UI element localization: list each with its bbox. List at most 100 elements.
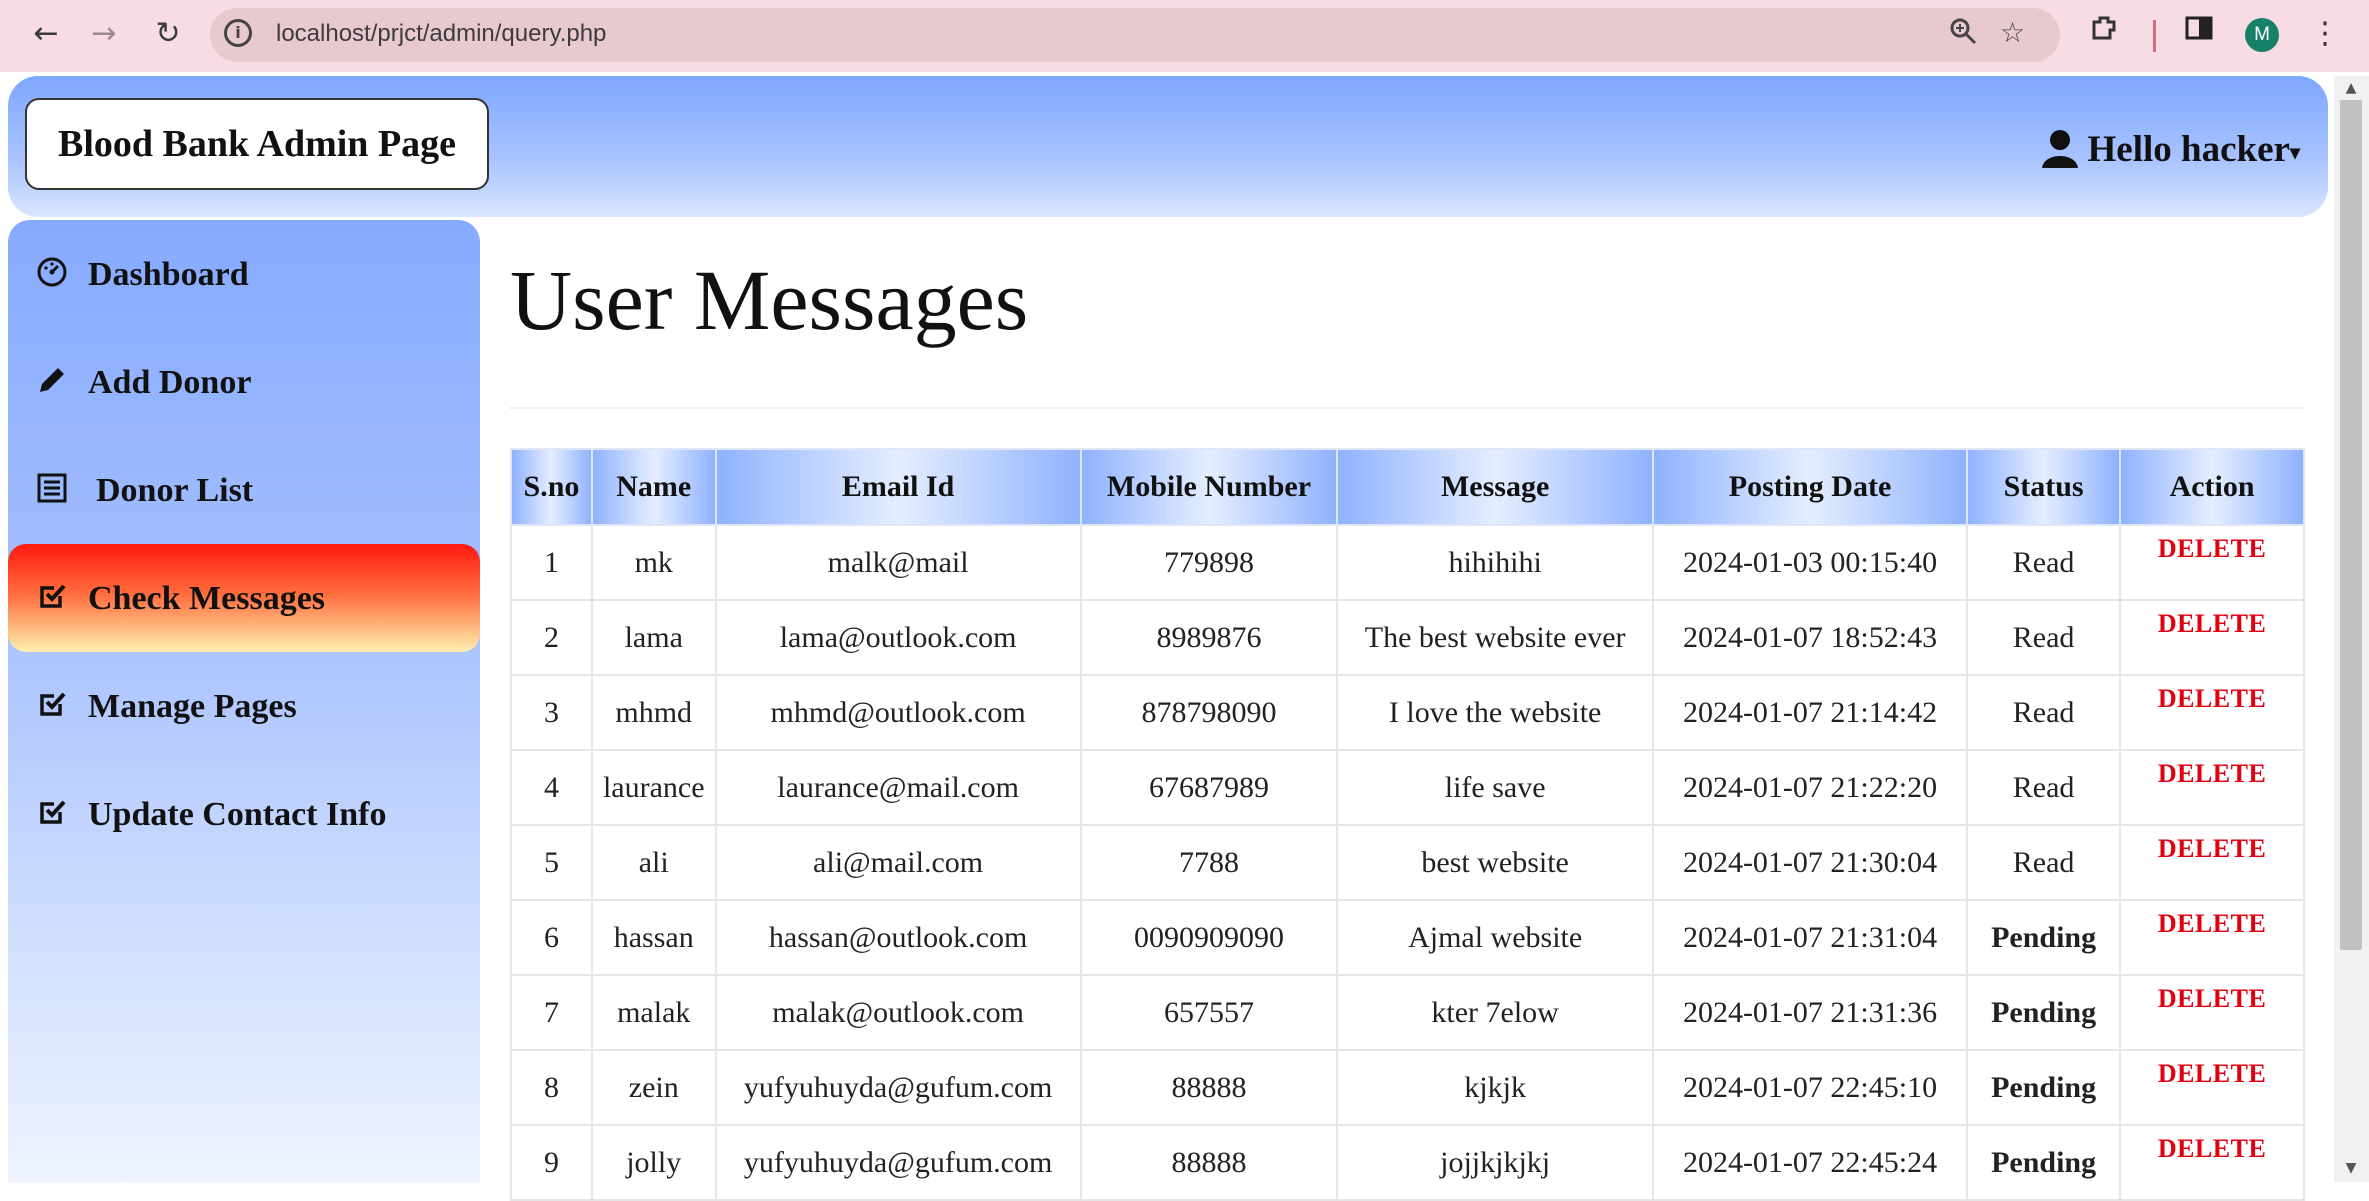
- page-title: User Messages: [510, 252, 1029, 348]
- sidebar-item-label: Manage Pages: [88, 688, 297, 725]
- brand-title[interactable]: Blood Bank Admin Page: [25, 98, 489, 190]
- column-header-action: Action: [2119, 448, 2305, 526]
- bookmark-star-icon[interactable]: ☆: [2000, 16, 2025, 49]
- cell-email: mhmd@outlook.com: [714, 674, 1082, 751]
- menu-kebab-icon[interactable]: ⋮: [2310, 12, 2340, 56]
- cell-posting-date: 2024-01-07 18:52:43: [1651, 599, 1969, 676]
- cell-email: malak@outlook.com: [714, 974, 1082, 1051]
- checkbox-edit-icon: [34, 580, 70, 616]
- back-arrow-icon[interactable]: ←: [24, 12, 68, 56]
- cell-mobile: 779898: [1079, 524, 1339, 601]
- cell-sno: 7: [510, 974, 593, 1051]
- url-text[interactable]: localhost/prjct/admin/query.php: [276, 20, 606, 48]
- cell-sno: 4: [510, 749, 593, 826]
- cell-message: life save: [1336, 749, 1654, 826]
- cell-sno: 5: [510, 824, 593, 901]
- cell-status: Read: [1966, 599, 2122, 676]
- site-info-icon[interactable]: i: [224, 19, 252, 47]
- cell-name: laurance: [590, 749, 717, 826]
- toolbar-divider: [2153, 20, 2156, 52]
- cell-status: Read: [1966, 524, 2122, 601]
- delete-link[interactable]: DELETE: [2158, 609, 2267, 639]
- cell-mobile: 878798090: [1079, 674, 1339, 751]
- cell-posting-date: 2024-01-07 21:31:04: [1651, 899, 1969, 976]
- divider: [510, 407, 2305, 409]
- scroll-up-arrow-icon[interactable]: ▲: [2340, 80, 2362, 100]
- cell-message: The best website ever: [1336, 599, 1654, 676]
- delete-link[interactable]: DELETE: [2158, 1059, 2267, 1089]
- column-header-posting-date: Posting Date: [1651, 448, 1969, 526]
- table-row: 6 hassan hassan@outlook.com 0090909090 Ajmal…: [510, 899, 2305, 976]
- sidebar-item-check-messages[interactable]: Check Messages: [8, 544, 480, 652]
- cell-mobile: 8989876: [1079, 599, 1339, 676]
- cell-message: jojjkjkjkj: [1336, 1124, 1654, 1201]
- sidebar-item-add-donor[interactable]: Add Donor: [8, 328, 480, 436]
- cell-name: mhmd: [590, 674, 717, 751]
- delete-link[interactable]: DELETE: [2158, 909, 2267, 939]
- delete-link[interactable]: DELETE: [2158, 684, 2267, 714]
- messages-table-body: 1 mk malk@mail 779898 hihihihi 2024-01-03 00:…: [510, 524, 2305, 1201]
- cell-status: Read: [1966, 674, 2122, 751]
- messages-table: S.no Name Email Id Mobile Number Message…: [510, 448, 2305, 1201]
- sidebar-item-manage-pages[interactable]: Manage Pages: [8, 652, 480, 760]
- delete-link[interactable]: DELETE: [2158, 1134, 2267, 1164]
- cell-posting-date: 2024-01-07 21:14:42: [1651, 674, 1969, 751]
- column-header-status: Status: [1966, 448, 2122, 526]
- cell-email: yufyuhuyda@gufum.com: [714, 1124, 1082, 1201]
- user-greeting[interactable]: Hello hacker▾: [2088, 128, 2300, 171]
- checkbox-edit-icon: [34, 796, 70, 832]
- cell-mobile: 88888: [1079, 1049, 1339, 1126]
- cell-posting-date: 2024-01-07 21:31:36: [1651, 974, 1969, 1051]
- sidebar-item-donor-list[interactable]: Donor List: [8, 436, 480, 544]
- cell-status: Pending: [1966, 1124, 2122, 1201]
- cell-email: ali@mail.com: [714, 824, 1082, 901]
- cell-email: lama@outlook.com: [714, 599, 1082, 676]
- forward-arrow-icon[interactable]: →: [82, 12, 126, 56]
- scrollbar-thumb[interactable]: [2340, 100, 2362, 950]
- zoom-icon[interactable]: [1948, 16, 1978, 53]
- sidebar-item-label: Check Messages: [88, 580, 326, 617]
- cell-action: DELETE: [2119, 824, 2305, 901]
- cell-name: jolly: [590, 1124, 717, 1201]
- cell-mobile: 0090909090: [1079, 899, 1339, 976]
- cell-action: DELETE: [2119, 974, 2305, 1051]
- extensions-icon[interactable]: [2088, 12, 2120, 57]
- cell-message: best website: [1336, 824, 1654, 901]
- profile-avatar[interactable]: M: [2245, 18, 2279, 52]
- side-panel-icon[interactable]: [2184, 12, 2214, 56]
- cell-sno: 1: [510, 524, 593, 601]
- delete-link[interactable]: DELETE: [2158, 534, 2267, 564]
- cell-posting-date: 2024-01-07 21:22:20: [1651, 749, 1969, 826]
- delete-link[interactable]: DELETE: [2158, 834, 2267, 864]
- cell-action: DELETE: [2119, 524, 2305, 601]
- cell-status: Pending: [1966, 974, 2122, 1051]
- sidebar-item-update-contact-info[interactable]: Update Contact Info: [8, 760, 480, 868]
- reload-icon[interactable]: ↻: [146, 12, 190, 56]
- cell-email: laurance@mail.com: [714, 749, 1082, 826]
- cell-posting-date: 2024-01-07 21:30:04: [1651, 824, 1969, 901]
- table-row: 2 lama lama@outlook.com 8989876 The best web…: [510, 599, 2305, 676]
- table-row: 1 mk malk@mail 779898 hihihihi 2024-01-03 00:…: [510, 524, 2305, 601]
- cell-action: DELETE: [2119, 599, 2305, 676]
- cell-posting-date: 2024-01-07 22:45:10: [1651, 1049, 1969, 1126]
- cell-mobile: 7788: [1079, 824, 1339, 901]
- cell-message: kjkjk: [1336, 1049, 1654, 1126]
- table-row: 9 jolly yufyuhuyda@gufum.com 88888 jojjkjkjk…: [510, 1124, 2305, 1201]
- cell-mobile: 657557: [1079, 974, 1339, 1051]
- cell-status: Pending: [1966, 1049, 2122, 1126]
- sidebar-item-label: Dashboard: [88, 256, 249, 293]
- delete-link[interactable]: DELETE: [2158, 984, 2267, 1014]
- table-row: 5 ali ali@mail.com 7788 best website 2024-01-…: [510, 824, 2305, 901]
- delete-link[interactable]: DELETE: [2158, 759, 2267, 789]
- user-icon: [2040, 128, 2080, 173]
- cell-message: I love the website: [1336, 674, 1654, 751]
- cell-posting-date: 2024-01-07 22:45:24: [1651, 1124, 1969, 1201]
- cell-action: DELETE: [2119, 749, 2305, 826]
- sidebar-item-dashboard[interactable]: Dashboard: [8, 220, 480, 328]
- table-header-row: S.no Name Email Id Mobile Number Message…: [510, 448, 2305, 526]
- scroll-down-arrow-icon[interactable]: ▼: [2340, 1160, 2362, 1180]
- cell-email: yufyuhuyda@gufum.com: [714, 1049, 1082, 1126]
- sidebar-item-label: Update Contact Info: [88, 796, 387, 833]
- address-bar[interactable]: i localhost/prjct/admin/query.php ☆: [210, 8, 2060, 62]
- cell-name: zein: [590, 1049, 717, 1126]
